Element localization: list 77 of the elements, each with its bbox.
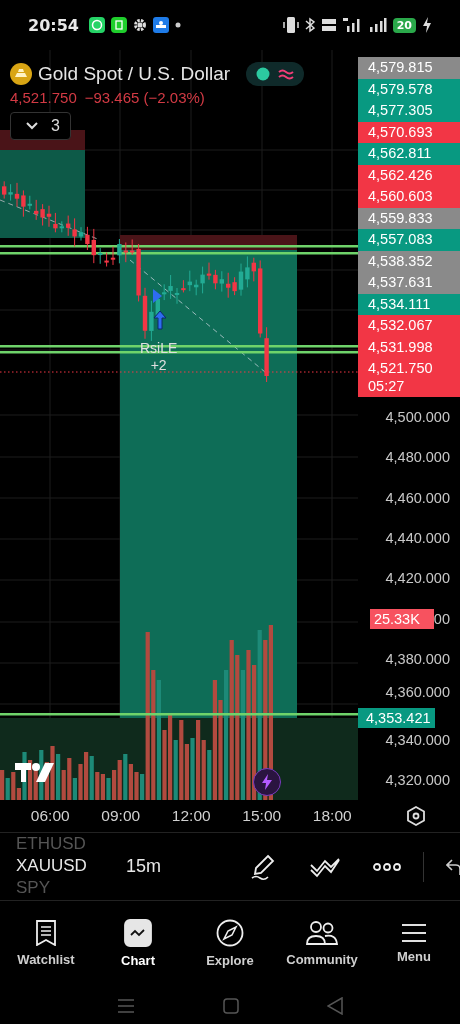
list-icon	[35, 920, 57, 946]
price-tick: 4,340.000	[385, 731, 450, 748]
price-tick: 00	[433, 610, 450, 627]
price-tick: 4,500.000	[385, 409, 450, 426]
symbol-title[interactable]: Gold Spot / U.S. Dollar	[38, 63, 231, 85]
volte-icon	[320, 17, 337, 33]
nav-tab[interactable]: Watchlist	[0, 901, 92, 986]
price-label: 4,579.578	[358, 78, 460, 100]
up-arrow-icon	[153, 310, 167, 330]
time-tick: 09:00	[100, 807, 142, 825]
price-label: 4,534.111	[358, 293, 460, 315]
price-label: 4,538.352	[358, 250, 460, 272]
volume-label: 25.33K	[369, 608, 434, 629]
interval-button[interactable]: 15m	[122, 856, 165, 877]
price-tick: 4,320.000	[385, 771, 450, 788]
charging-icon	[422, 17, 432, 33]
nav-tab[interactable]: Chart	[92, 901, 184, 986]
signal-icon	[368, 17, 387, 33]
price-change: −93.465 (−2.03%)	[84, 89, 205, 106]
line-price-label: 4,353.421	[358, 708, 435, 729]
price-tick: 4,380.000	[385, 650, 450, 667]
more-icon[interactable]	[373, 861, 401, 872]
pencil-icon[interactable]	[249, 852, 277, 881]
price-label: 4,531.998	[358, 336, 460, 358]
settings-icon[interactable]	[405, 806, 426, 826]
vibrate-icon	[282, 16, 299, 34]
time-tick: 18:00	[311, 807, 353, 825]
people-icon	[306, 920, 338, 946]
wave-icon	[278, 68, 295, 80]
symbol-item[interactable]: XAUUSD	[16, 855, 116, 877]
nav-tab[interactable]: Menu	[368, 901, 460, 986]
price-tick: 4,440.000	[385, 530, 450, 547]
symbol-logo-icon	[10, 63, 32, 85]
gear-icon	[132, 18, 147, 32]
chevron-icon	[25, 121, 39, 131]
price-label: 4,560.603	[358, 186, 460, 208]
app-notification-icon	[152, 17, 169, 33]
home-icon[interactable]	[223, 997, 239, 1014]
signal-icon	[342, 17, 363, 33]
logo-icon	[14, 761, 56, 783]
menu-icon	[401, 923, 427, 943]
battery-indicator: 20	[392, 17, 416, 33]
chart-icon	[124, 919, 152, 947]
back-icon[interactable]	[327, 996, 343, 1015]
price-label: 4,532.067	[358, 315, 460, 337]
bluetooth-icon	[304, 17, 315, 33]
nav-tab[interactable]: Community	[276, 901, 368, 986]
app-notification-icon	[88, 17, 105, 33]
price-label: 4,562.426	[358, 164, 460, 186]
time-tick: 06:00	[29, 807, 71, 825]
price-tick: 4,360.000	[385, 684, 450, 701]
indicators-toggle-button[interactable]: 3	[10, 112, 71, 140]
compass-icon	[216, 919, 244, 947]
time-tick: 12:00	[170, 807, 212, 825]
time-tick: 15:00	[241, 807, 283, 825]
price-label: 4,570.693	[358, 121, 460, 143]
price-tick: 4,420.000	[385, 570, 450, 587]
price-label: 4,557.083	[358, 229, 460, 251]
nav-tab[interactable]: Explore	[184, 901, 276, 986]
undo-icon[interactable]	[446, 857, 460, 876]
price-label: 4,562.811	[358, 143, 460, 165]
price-label: 4,577.305	[358, 100, 460, 122]
price-tick: 4,480.000	[385, 449, 450, 466]
signal-count: +2	[150, 357, 167, 374]
market-status-toggle[interactable]	[246, 62, 305, 86]
app-notification-icon	[110, 17, 127, 33]
trend-lines-icon[interactable]	[309, 855, 341, 878]
status-time: 20:54	[28, 15, 79, 35]
signal-label: RsiLE	[140, 340, 178, 357]
last-price: 4,521.750	[10, 89, 77, 106]
price-tick: 4,460.000	[385, 489, 450, 506]
price-label: 4,579.815	[358, 57, 460, 79]
dot-icon	[174, 22, 181, 28]
signal-marker-icon	[153, 289, 162, 303]
price-label: 4,559.833	[358, 207, 460, 229]
price-label: 4,537.631	[358, 272, 460, 294]
price-label: 4,521.750 05:27	[358, 358, 460, 397]
